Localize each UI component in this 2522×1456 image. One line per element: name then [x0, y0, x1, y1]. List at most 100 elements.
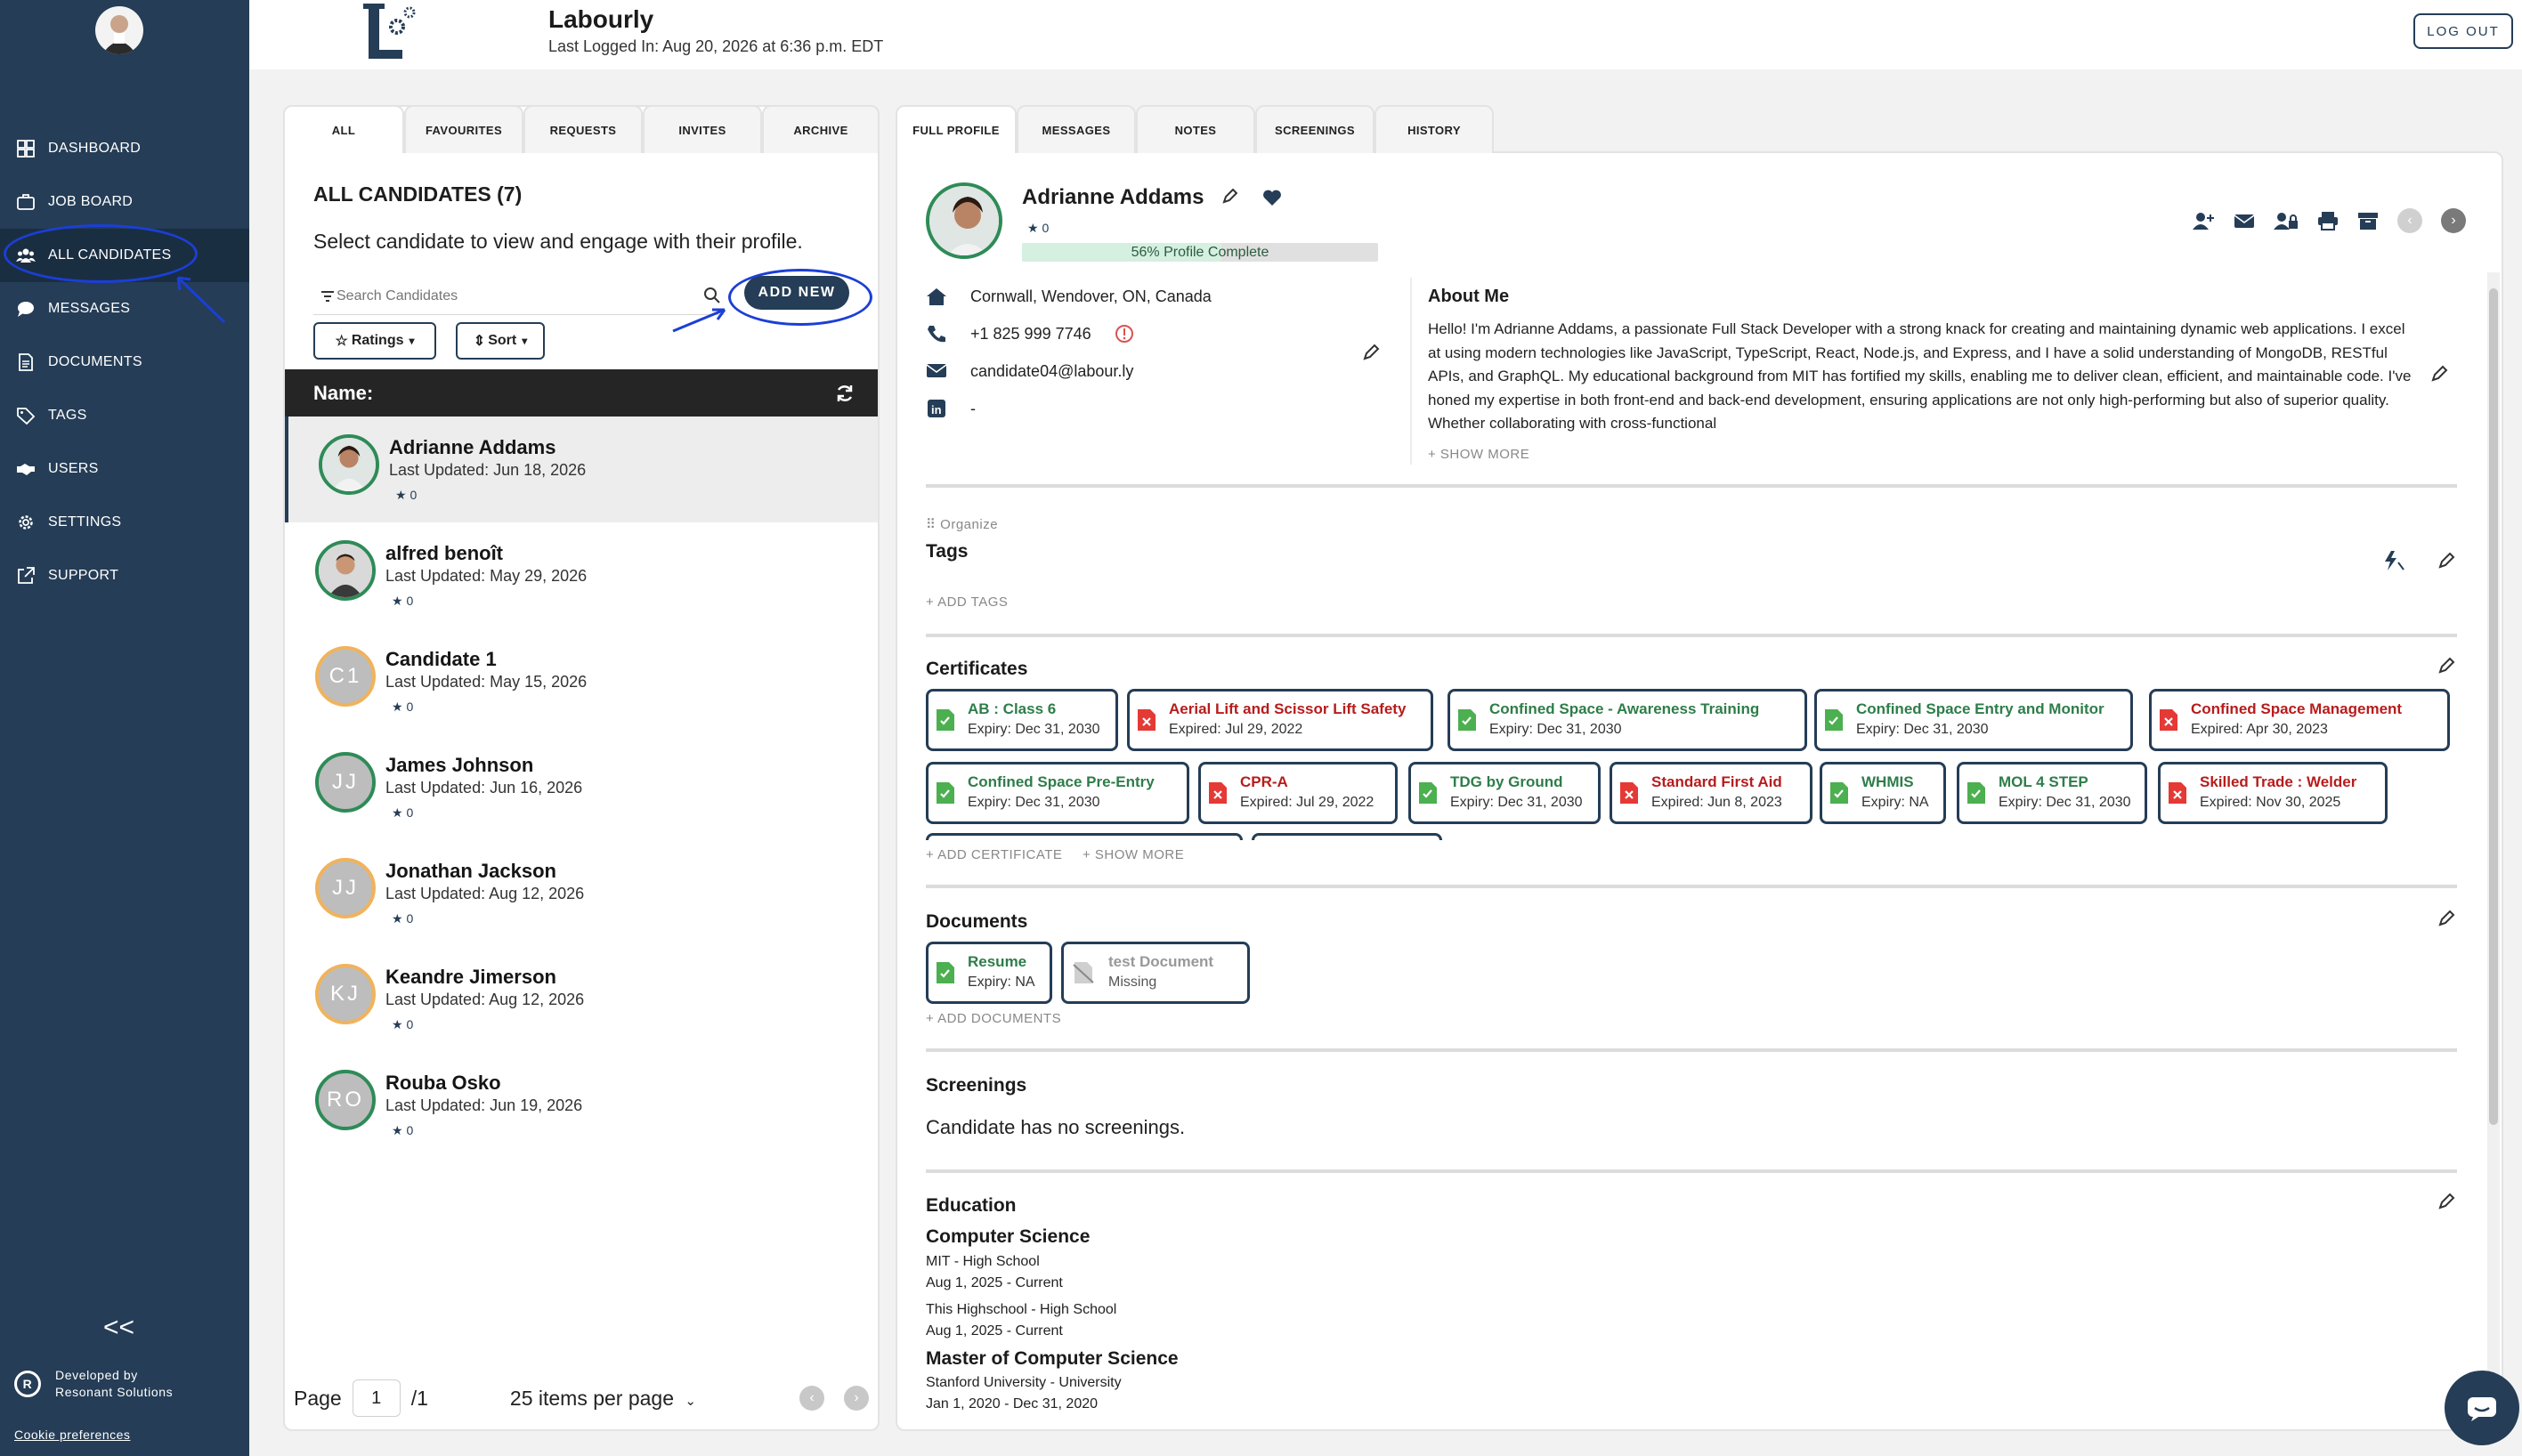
items-per-page-select[interactable]: 25 items per page ⌄: [510, 1387, 696, 1411]
certificate-card[interactable]: TDG by Ground Expiry: Dec 31, 2030: [1408, 762, 1601, 824]
ratings-label: Ratings: [351, 333, 404, 348]
edit-education-icon[interactable]: [2437, 1193, 2455, 1210]
user-avatar[interactable]: [95, 6, 143, 54]
sidebar-item-job-board[interactable]: JOB BOARD: [0, 175, 249, 229]
developed-by-label: Developed by: [55, 1368, 138, 1382]
certificate-card[interactable]: Confined Space - Awareness Training Expir…: [1448, 689, 1807, 751]
logout-button[interactable]: LOG OUT: [2413, 13, 2513, 49]
list-item[interactable]: Adrianne Addams Last Updated: Jun 18, 20…: [285, 417, 878, 522]
certificate-expiry: Expiry: NA: [1861, 795, 1929, 810]
candidates-description: Select candidate to view and engage with…: [313, 230, 803, 253]
certificate-title: CPR-A: [1240, 773, 1288, 790]
list-item[interactable]: RO Rouba Osko Last Updated: Jun 19, 2026…: [285, 1052, 878, 1158]
list-item[interactable]: JJ James Johnson Last Updated: Jun 16, 2…: [285, 734, 878, 840]
document-card[interactable]: test Document Missing: [1061, 942, 1250, 1004]
certificate-card[interactable]: AB : Class 6 Expiry: Dec 31, 2030: [926, 689, 1118, 751]
tab-history[interactable]: HISTORY: [1375, 105, 1494, 153]
auto-tag-icon[interactable]: [2382, 550, 2405, 571]
certificates-show-more-link[interactable]: + SHOW MORE: [1083, 847, 1184, 862]
sidebar-item-users[interactable]: USERS: [0, 442, 249, 496]
collapse-sidebar-button[interactable]: <<: [103, 1313, 134, 1343]
prev-candidate-button[interactable]: ‹: [2397, 208, 2422, 233]
rating-value: 0: [406, 805, 414, 820]
certificate-card[interactable]: Confined Space Entry and Monitor Expiry: …: [1814, 689, 2133, 751]
scrollbar-thumb[interactable]: [2489, 288, 2498, 1125]
next-page-button[interactable]: ›: [844, 1386, 869, 1411]
certificate-card[interactable]: CPR-A Expired: Jul 29, 2022: [1198, 762, 1398, 824]
email-icon[interactable]: [2234, 212, 2255, 230]
edit-certificates-icon[interactable]: [2437, 657, 2455, 675]
certificate-card[interactable]: Standard First Aid Expired: Jun 8, 2023: [1610, 762, 1812, 824]
tab-archive[interactable]: ARCHIVE: [762, 105, 880, 153]
tab-full-profile[interactable]: FULL PROFILE: [896, 105, 1017, 153]
profile-rating[interactable]: ★ 0: [1027, 221, 1049, 236]
edit-contact-icon[interactable]: [1362, 344, 1380, 361]
candidate-updated: Last Updated: Aug 12, 2026: [385, 991, 585, 1008]
tab-screenings[interactable]: SCREENINGS: [1255, 105, 1375, 153]
tab-all[interactable]: ALL: [283, 105, 404, 153]
search-input[interactable]: [337, 287, 675, 304]
add-certificate-link[interactable]: + ADD CERTIFICATE: [926, 847, 1062, 862]
cookie-preferences-link[interactable]: Cookie preferences: [14, 1428, 130, 1442]
screenings-heading: Screenings: [926, 1075, 1027, 1096]
certificate-card[interactable]: Confined Space Pre-Entry Expiry: Dec 31, …: [926, 762, 1189, 824]
sort-icon: ⇕: [473, 334, 486, 349]
sort-dropdown[interactable]: ⇕ Sort ▾: [456, 322, 545, 360]
list-item[interactable]: KJ Keandre Jimerson Last Updated: Aug 12…: [285, 946, 878, 1052]
archive-icon[interactable]: [2357, 211, 2379, 231]
list-item[interactable]: C1 Candidate 1 Last Updated: May 15, 202…: [285, 628, 878, 734]
certificate-expired-icon: [1620, 782, 1638, 804]
linkedin-value: -: [970, 399, 976, 417]
tab-invites[interactable]: INVITES: [643, 105, 762, 153]
tab-favourites[interactable]: FAVOURITES: [404, 105, 523, 153]
edit-tags-icon[interactable]: [2437, 552, 2455, 570]
add-documents-link[interactable]: + ADD DOCUMENTS: [926, 1011, 1061, 1026]
refresh-icon[interactable]: [835, 384, 855, 403]
search-icon[interactable]: [703, 287, 721, 304]
candidate-updated: Last Updated: Aug 12, 2026: [385, 885, 585, 902]
avatar: [315, 540, 376, 601]
ratings-dropdown[interactable]: ☆ Ratings ▾: [313, 322, 436, 360]
sidebar-item-support[interactable]: SUPPORT: [0, 549, 249, 603]
tab-messages[interactable]: MESSAGES: [1017, 105, 1136, 153]
list-item[interactable]: JJ Jonathan Jackson Last Updated: Aug 12…: [285, 840, 878, 946]
about-show-more-link[interactable]: + SHOW MORE: [1428, 447, 1529, 462]
education-heading: Education: [926, 1195, 1017, 1216]
name-column-header: Name:: [285, 369, 878, 417]
certificate-expired-icon: [2169, 782, 2186, 804]
user-lock-icon[interactable]: [2274, 211, 2299, 231]
sidebar-item-dashboard[interactable]: DASHBOARD: [0, 122, 249, 175]
tab-requests[interactable]: REQUESTS: [523, 105, 643, 153]
svg-text:in: in: [931, 403, 942, 417]
sidebar-item-documents[interactable]: DOCUMENTS: [0, 336, 249, 389]
certificate-card[interactable]: WHMIS Expiry: NA: [1820, 762, 1946, 824]
prev-page-button[interactable]: ‹: [799, 1386, 824, 1411]
certificate-card[interactable]: Confined Space Management Expired: Apr 30…: [2149, 689, 2450, 751]
certificate-card[interactable]: Aerial Lift and Scissor Lift Safety Expir…: [1127, 689, 1433, 751]
edit-about-icon[interactable]: [2430, 365, 2448, 383]
edit-documents-icon[interactable]: [2437, 910, 2455, 927]
profile-scrollbar[interactable]: [2487, 272, 2500, 1434]
page-number-input[interactable]: 1: [352, 1379, 401, 1417]
filter-icon[interactable]: [320, 290, 335, 303]
next-candidate-button[interactable]: ›: [2441, 208, 2466, 233]
candidate-name: Jonathan Jackson: [385, 860, 556, 882]
certificate-expiry: Expired: Nov 30, 2025: [2200, 795, 2341, 810]
heart-icon[interactable]: [1262, 189, 1282, 206]
phone-value: +1 825 999 7746: [970, 324, 1091, 343]
annotation-arrow-all-candidates: [176, 276, 226, 324]
resonant-logo-icon: R: [14, 1371, 41, 1397]
edit-name-icon[interactable]: [1221, 189, 1237, 205]
document-card[interactable]: Resume Expiry: NA: [926, 942, 1052, 1004]
list-item[interactable]: alfred benoît Last Updated: May 29, 2026…: [285, 522, 878, 628]
add-tags-link[interactable]: + ADD TAGS: [926, 595, 1008, 610]
certificate-card[interactable]: MOL 4 STEP Expiry: Dec 31, 2030: [1957, 762, 2147, 824]
certificate-card[interactable]: Skilled Trade : Welder Expired: Nov 30, 2…: [2158, 762, 2388, 824]
tab-notes[interactable]: NOTES: [1136, 105, 1255, 153]
sidebar-item-tags[interactable]: TAGS: [0, 389, 249, 442]
chat-widget-button[interactable]: [2445, 1371, 2519, 1445]
sidebar-item-settings[interactable]: SETTINGS: [0, 496, 249, 549]
certificate-valid-icon: [1830, 782, 1848, 804]
assign-user-icon[interactable]: [2192, 211, 2215, 231]
print-icon[interactable]: [2317, 211, 2339, 231]
